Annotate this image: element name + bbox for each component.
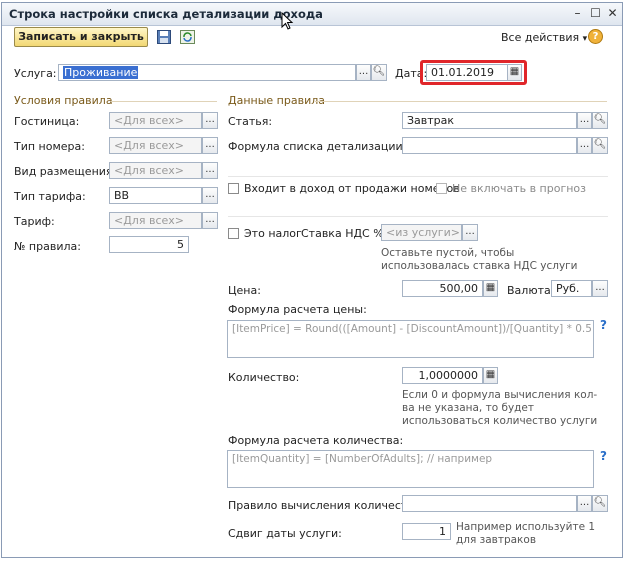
date-shift-field[interactable]: 1: [402, 523, 451, 540]
tariff-label: Тариф:: [14, 215, 55, 228]
conditions-divider: [111, 101, 217, 102]
quantity-formula-label: Формула расчета количества:: [228, 434, 404, 447]
quantity-formula-help-icon[interactable]: ?: [600, 449, 607, 463]
quantity-rule-select-button[interactable]: ...: [577, 495, 592, 512]
service-value: Проживание: [63, 66, 139, 79]
room-type-label: Тип номера:: [14, 140, 85, 153]
quantity-field[interactable]: 1,0000000: [402, 367, 483, 384]
save-close-button[interactable]: Записать и закрыть: [14, 27, 148, 47]
room-type-select-button[interactable]: ...: [202, 137, 218, 154]
tariff-field[interactable]: <Для всех>: [109, 212, 202, 229]
quantity-formula-textarea[interactable]: [ItemQuantity] = [NumberOfAdults]; // на…: [227, 450, 594, 488]
price-label: Цена:: [228, 284, 261, 297]
divider-line: [228, 176, 608, 177]
date-shift-hint: Например используйте 1 для завтраков: [456, 521, 596, 546]
price-formula-help-icon[interactable]: ?: [600, 318, 607, 332]
tariff-select-button[interactable]: ...: [202, 212, 218, 229]
tariff-type-label: Тип тарифа:: [14, 190, 86, 203]
quantity-label: Количество:: [228, 371, 300, 384]
quantity-rule-field[interactable]: [402, 495, 577, 512]
help-icon[interactable]: ?: [588, 29, 603, 44]
formula-list-select-button[interactable]: ...: [577, 137, 592, 154]
service-select-button[interactable]: ...: [356, 64, 371, 81]
vat-hint: Оставьте пустой, чтобы использовалась ст…: [381, 247, 578, 272]
room-type-field[interactable]: <Для всех>: [109, 137, 202, 154]
search-icon[interactable]: 🔍︎: [371, 64, 387, 81]
accommodation-select-button[interactable]: ...: [202, 162, 218, 179]
save-close-label: Записать и закрыть: [18, 30, 144, 43]
currency-select-button[interactable]: ...: [592, 280, 608, 297]
accommodation-field[interactable]: <Для всех>: [109, 162, 202, 179]
chevron-down-icon: ▾: [582, 34, 588, 44]
save-icon[interactable]: [157, 30, 171, 44]
help-glyph: ?: [592, 31, 599, 42]
price-formula-textarea[interactable]: [ItemPrice] = Round(([Amount] - [Discoun…: [227, 320, 594, 358]
tax-checkbox[interactable]: [228, 228, 239, 239]
service-label: Услуга:: [14, 67, 57, 80]
vat-select-button[interactable]: ...: [462, 224, 478, 241]
quantity-rule-label: Правило вычисления количества:: [228, 499, 425, 512]
no-forecast-checkbox[interactable]: [436, 183, 447, 194]
vat-field[interactable]: <из услуги>: [381, 224, 462, 241]
vat-label: Ставка НДС %:: [301, 227, 388, 240]
formula-list-search-icon[interactable]: 🔍︎: [592, 137, 608, 154]
quantity-calculator-icon[interactable]: ▦: [483, 367, 498, 384]
formula-list-label: Формула списка детализации:: [228, 140, 407, 153]
conditions-group-title: Условия правила: [14, 94, 113, 107]
article-select-button[interactable]: ...: [577, 112, 592, 129]
minimize-icon[interactable]: –: [570, 6, 585, 21]
article-field[interactable]: Завтрак: [402, 112, 577, 129]
article-search-icon[interactable]: 🔍︎: [592, 112, 608, 129]
mouse-cursor-icon: [281, 12, 294, 30]
currency-field[interactable]: Руб.: [551, 280, 592, 297]
price-field[interactable]: 500,00: [402, 280, 483, 297]
close-icon[interactable]: ✕: [605, 6, 620, 21]
all-actions-label: Все действия: [501, 31, 580, 44]
rule-data-divider: [315, 101, 607, 102]
rule-number-label: № правила:: [14, 240, 81, 253]
maximize-icon[interactable]: ☐: [588, 6, 603, 21]
quantity-hint: Если 0 и формула вычисления кол-ва не ук…: [402, 389, 598, 427]
no-forecast-label: Не включать в прогноз: [452, 182, 587, 195]
date-shift-label: Сдвиг даты услуги:: [228, 527, 342, 540]
refresh-icon[interactable]: [180, 30, 195, 44]
rule-number-field[interactable]: 5: [109, 236, 189, 253]
window-title: Строка настройки списка детализации дохо…: [9, 7, 323, 21]
service-field[interactable]: Проживание: [58, 64, 356, 81]
rule-data-group-title: Данные правила: [228, 94, 325, 107]
tariff-type-select-button[interactable]: ...: [202, 187, 218, 204]
income-label: Входит в доход от продажи номеров: [244, 182, 460, 195]
title-bar: Строка настройки списка детализации дохо…: [2, 3, 622, 26]
hotel-field[interactable]: <Для всех>: [109, 112, 202, 129]
divider-line: [228, 216, 608, 217]
formula-list-field[interactable]: [402, 137, 577, 154]
currency-label: Валюта:: [507, 284, 555, 297]
price-calculator-icon[interactable]: ▦: [483, 280, 498, 297]
quantity-rule-search-icon[interactable]: 🔍︎: [592, 495, 608, 512]
all-actions-menu[interactable]: Все действия ▾: [501, 31, 587, 44]
hotel-label: Гостиница:: [14, 115, 80, 128]
price-formula-label: Формула расчета цены:: [228, 303, 367, 316]
date-field[interactable]: 01.01.2019: [426, 64, 508, 81]
article-label: Статья:: [228, 115, 273, 128]
hotel-select-button[interactable]: ...: [202, 112, 218, 129]
income-checkbox[interactable]: [228, 183, 239, 194]
tariff-type-field[interactable]: BB: [109, 187, 202, 204]
tax-label: Это налог: [244, 227, 302, 240]
calendar-icon[interactable]: ▦: [507, 64, 522, 81]
accommodation-label: Вид размещения:: [14, 165, 117, 178]
